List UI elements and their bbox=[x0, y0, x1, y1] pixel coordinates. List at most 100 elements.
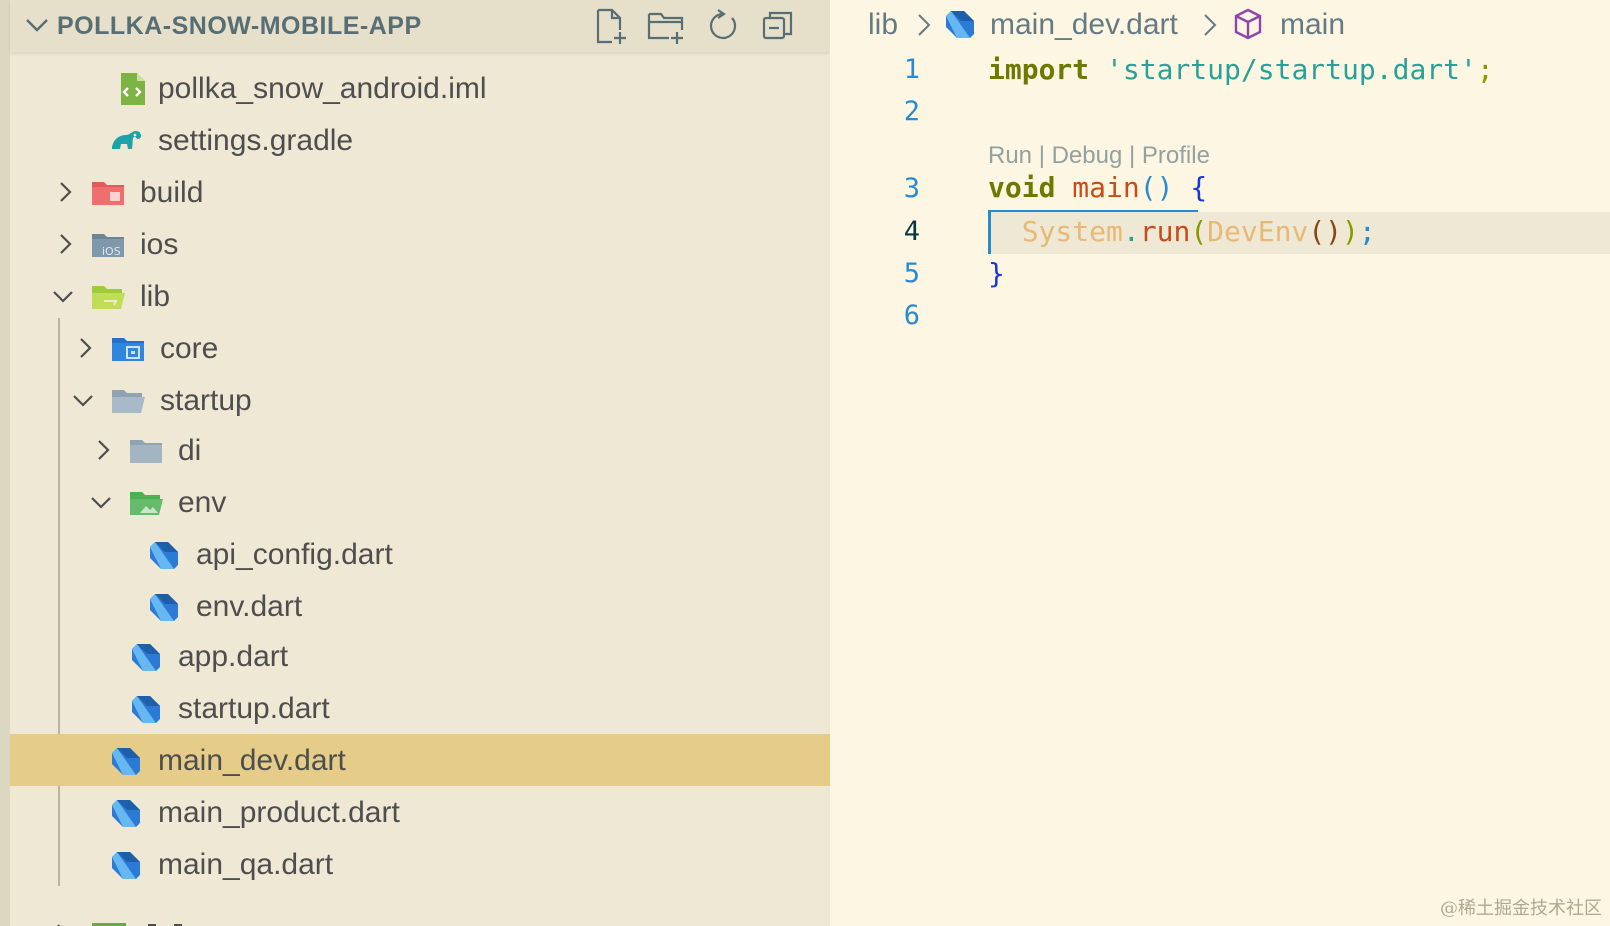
chevron-right-icon[interactable] bbox=[72, 335, 98, 361]
partial-row-bottom bbox=[50, 916, 210, 926]
folder-open-icon bbox=[110, 383, 146, 419]
dart-icon bbox=[146, 589, 182, 625]
chevron-down-icon[interactable] bbox=[70, 387, 96, 413]
chevron-down-icon[interactable] bbox=[50, 283, 76, 309]
tree-item-label: env bbox=[178, 486, 227, 519]
folder-icon bbox=[128, 433, 164, 469]
function-name: main bbox=[1072, 171, 1140, 204]
call-parens: () bbox=[1308, 215, 1343, 248]
tree-item-app-dart[interactable]: app.dart bbox=[10, 630, 830, 682]
tree-item-label: core bbox=[160, 332, 219, 365]
line-number: 2 bbox=[903, 96, 920, 127]
xml-file-icon bbox=[114, 71, 150, 107]
code-editor[interactable]: lib main_dev.dart main 1 2 3 4 5 6 impor… bbox=[830, 0, 1610, 926]
breadcrumb-folder[interactable]: lib bbox=[868, 8, 898, 42]
tree-item-main-dev-dart[interactable]: main_dev.dart bbox=[10, 734, 830, 786]
breadcrumb: lib main_dev.dart main bbox=[830, 0, 1610, 50]
tree-item-label: startup bbox=[160, 384, 252, 417]
line-number: 5 bbox=[903, 258, 920, 289]
keyword-void: void bbox=[988, 171, 1056, 204]
svg-text:iOS: iOS bbox=[102, 245, 121, 258]
tree-item-lib[interactable]: lib bbox=[10, 270, 830, 322]
tree-item-env[interactable]: env bbox=[10, 476, 830, 528]
tree-item-build[interactable]: build bbox=[10, 166, 830, 218]
explorer-header: POLLKA-SNOW-MOBILE-APP bbox=[10, 0, 830, 52]
tree-item-env-dart[interactable]: env.dart bbox=[10, 580, 830, 632]
chevron-right-icon[interactable] bbox=[52, 231, 78, 257]
open-paren: ( bbox=[1190, 215, 1208, 248]
dart-icon bbox=[146, 537, 182, 573]
class-devenv: DevEnv bbox=[1207, 215, 1309, 248]
open-brace: { bbox=[1190, 171, 1208, 204]
line-number: 3 bbox=[903, 173, 920, 204]
semicolon: ; bbox=[1476, 53, 1494, 86]
refresh-icon[interactable] bbox=[702, 6, 742, 46]
breadcrumb-file[interactable]: main_dev.dart bbox=[990, 8, 1178, 42]
tree-item-label: env.dart bbox=[196, 590, 303, 623]
symbol-method-icon bbox=[1230, 6, 1266, 42]
close-paren: ) bbox=[1342, 215, 1359, 248]
tree-item-ios[interactable]: iOS ios bbox=[10, 218, 830, 270]
chevron-right-icon[interactable] bbox=[90, 437, 116, 463]
semicolon: ; bbox=[1358, 215, 1376, 248]
tree-item-label: di bbox=[178, 434, 202, 467]
tree-item-label: app.dart bbox=[178, 640, 289, 673]
tree-item-label: main_dev.dart bbox=[158, 744, 346, 777]
collapse-all-icon[interactable] bbox=[758, 6, 798, 46]
ios-folder-icon: iOS bbox=[90, 227, 126, 263]
file-tree: pollka_snow_android.iml settings.gradle … bbox=[10, 0, 830, 926]
dart-icon bbox=[108, 847, 144, 883]
chevron-down-icon[interactable] bbox=[88, 489, 114, 515]
chevron-right-icon bbox=[1198, 12, 1222, 38]
code-line-1[interactable]: import 'startup/startup.dart'; bbox=[988, 50, 1494, 90]
code-line-4[interactable]: System.run(DevEnv()); bbox=[988, 212, 1376, 252]
string-literal: 'startup/startup.dart' bbox=[1106, 53, 1477, 86]
new-file-icon[interactable] bbox=[590, 6, 630, 46]
dart-icon bbox=[128, 639, 164, 675]
method-run: run bbox=[1139, 215, 1191, 248]
dart-icon bbox=[128, 691, 164, 727]
breadcrumb-symbol[interactable]: main bbox=[1280, 8, 1345, 42]
close-brace: } bbox=[988, 257, 1005, 290]
build-folder-icon bbox=[90, 175, 126, 211]
dart-icon bbox=[108, 743, 144, 779]
line-number-active: 4 bbox=[903, 216, 920, 247]
parens: () bbox=[1139, 171, 1174, 204]
chevron-right-icon[interactable] bbox=[52, 179, 78, 205]
lib-folder-icon bbox=[90, 279, 126, 315]
new-folder-icon[interactable] bbox=[646, 6, 686, 46]
watermark: @稀土掘金技术社区 bbox=[1440, 898, 1602, 919]
tree-item-di[interactable]: di bbox=[10, 424, 830, 476]
tree-item-label: lib bbox=[140, 280, 171, 313]
tree-item-main-qa-dart[interactable]: main_qa.dart bbox=[10, 838, 830, 890]
tree-item-label: main_qa.dart bbox=[158, 848, 334, 881]
code-line-5[interactable]: } bbox=[988, 254, 1005, 294]
code-line-3[interactable]: void main() { bbox=[988, 168, 1207, 208]
sidebar-edge bbox=[0, 0, 10, 926]
tree-item-startup[interactable]: startup bbox=[10, 374, 830, 426]
dart-icon bbox=[108, 795, 144, 831]
chevron-right-icon bbox=[912, 12, 936, 38]
identifier-system: System bbox=[1021, 215, 1123, 248]
env-folder-icon bbox=[128, 485, 164, 521]
chevron-down-icon[interactable] bbox=[22, 10, 52, 40]
tree-item-label: settings.gradle bbox=[158, 124, 354, 157]
explorer-title: POLLKA-SNOW-MOBILE-APP bbox=[57, 12, 422, 40]
tree-item-api-config-dart[interactable]: api_config.dart bbox=[10, 528, 830, 580]
codelens-run-debug-profile[interactable]: Run | Debug | Profile bbox=[988, 142, 1210, 170]
tree-item-startup-dart[interactable]: startup.dart bbox=[10, 682, 830, 734]
tree-item-pollka-snow-android-iml[interactable]: pollka_snow_android.iml bbox=[10, 62, 830, 114]
keyword-import: import bbox=[988, 53, 1090, 86]
dot: . bbox=[1122, 215, 1140, 248]
tree-item-label: startup.dart bbox=[178, 692, 330, 725]
tree-item-main-product-dart[interactable]: main_product.dart bbox=[10, 786, 830, 838]
tree-item-label: pollka_snow_android.iml bbox=[158, 72, 487, 105]
gradle-icon bbox=[108, 123, 144, 159]
line-number: 1 bbox=[903, 54, 920, 85]
line-number: 6 bbox=[903, 300, 920, 331]
tree-item-settings-gradle[interactable]: settings.gradle bbox=[10, 114, 830, 166]
tree-item-label: ios bbox=[140, 228, 179, 261]
core-folder-icon bbox=[110, 331, 146, 367]
tree-item-label: build bbox=[140, 176, 204, 209]
tree-item-core[interactable]: core bbox=[10, 322, 830, 374]
